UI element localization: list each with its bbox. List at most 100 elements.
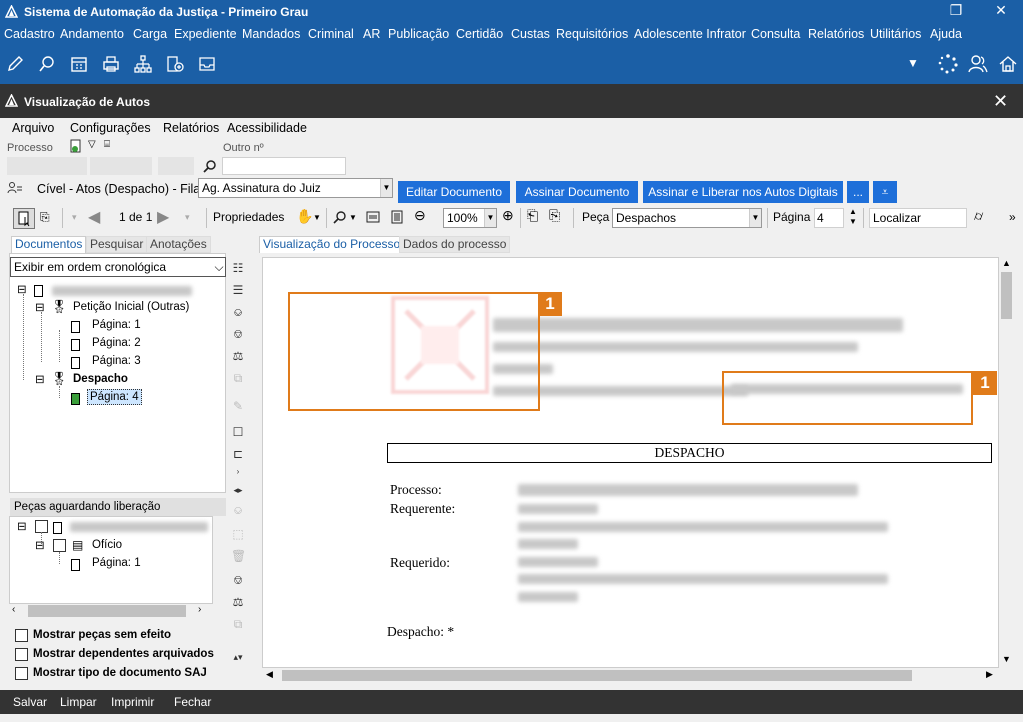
search-doc-icon[interactable]: [37, 54, 57, 74]
expand-right-icon[interactable]: ›: [231, 465, 245, 479]
localizar-input[interactable]: Localizar: [869, 208, 967, 228]
scroll-right-icon[interactable]: ›: [198, 604, 201, 615]
tab-visualizacao[interactable]: Visualização do Processo: [259, 236, 405, 253]
zoom-icon[interactable]: [333, 210, 347, 224]
connect-icon[interactable]: ⊏: [231, 447, 245, 461]
zoom-in-icon[interactable]: ⊕: [502, 207, 514, 224]
release-icon[interactable]: ⬚: [231, 527, 245, 541]
search-icon[interactable]: [202, 159, 217, 174]
next-page-icon[interactable]: ▶: [157, 207, 169, 227]
menu-criminal[interactable]: Criminal: [308, 27, 354, 41]
edit-document-button[interactable]: Editar Documento: [398, 181, 510, 203]
last-page-icon[interactable]: ▾: [185, 212, 190, 223]
edit-icon[interactable]: [5, 54, 25, 74]
menu-publicacao[interactable]: Publicação: [388, 27, 449, 41]
copy-disabled-icon[interactable]: ⧉: [231, 617, 245, 631]
sign-and-release-button[interactable]: Assinar e Liberar nos Autos Digitais: [643, 181, 843, 203]
peca-select[interactable]: Despachos ▼: [612, 208, 762, 228]
tab-dados-processo[interactable]: Dados do processo: [399, 236, 511, 253]
processo-number-part3[interactable]: [158, 157, 194, 175]
tree-item-oficio[interactable]: Ofício: [92, 539, 122, 551]
hand-tool-icon[interactable]: ✋: [296, 208, 313, 225]
previous-page-icon[interactable]: ◀: [88, 207, 100, 227]
certificate-icon[interactable]: ⎉: [231, 305, 245, 319]
sign-icon[interactable]: ✎: [231, 399, 245, 413]
close-window-icon[interactable]: ✕: [993, 91, 1008, 112]
scroll-down-icon[interactable]: ▼: [1002, 654, 1011, 664]
scrollbar-thumb[interactable]: [28, 605, 186, 617]
menu-certidao[interactable]: Certidão: [456, 27, 503, 41]
close-button[interactable]: Fechar: [174, 695, 211, 709]
calendar-icon[interactable]: [69, 54, 89, 74]
cert-search-icon[interactable]: ⎊: [231, 327, 245, 341]
scroll-up-icon[interactable]: ▲: [1002, 258, 1011, 268]
info-icon[interactable]: ⌸: [104, 139, 110, 150]
hierarchy-icon[interactable]: [133, 54, 153, 74]
zoom-select[interactable]: 100% ▼: [443, 208, 497, 228]
tab-documentos[interactable]: Documentos: [11, 236, 87, 253]
up-down-arrows-icon[interactable]: ▴▾: [231, 650, 245, 664]
tab-anotacoes[interactable]: Anotações: [146, 236, 211, 253]
add-building-icon[interactable]: [165, 54, 185, 74]
chevron-down-icon[interactable]: ▽: [88, 139, 96, 150]
left-right-arrows-icon[interactable]: ◂▸: [231, 483, 245, 497]
rotate-right-icon[interactable]: ⎘: [549, 207, 560, 224]
filter-dropdown-button[interactable]: ⩡: [873, 181, 897, 203]
scroll-left-icon[interactable]: ‹: [12, 604, 15, 615]
menu-ar[interactable]: AR: [363, 27, 380, 41]
tree-item-page-4[interactable]: Página: 4: [87, 389, 142, 405]
fit-page-icon[interactable]: [390, 210, 404, 224]
collapse-icon[interactable]: ⊟: [35, 300, 45, 314]
home-icon[interactable]: [998, 54, 1018, 74]
chevron-down-icon[interactable]: ▼: [313, 213, 321, 222]
save-button[interactable]: Salvar: [13, 695, 47, 709]
note-icon[interactable]: ☐: [231, 425, 245, 439]
menu-requisitorios[interactable]: Requisitórios: [556, 27, 628, 41]
trash-icon[interactable]: 🗑: [231, 549, 246, 563]
cert-disabled-icon[interactable]: ⎉: [231, 503, 245, 517]
hand-page-icon[interactable]: ⎘: [40, 210, 50, 225]
inbox-icon[interactable]: [197, 54, 217, 74]
restore-window-icon[interactable]: ❐: [941, 2, 971, 19]
tree-item-page-2[interactable]: Página: 2: [92, 337, 141, 349]
menu-ajuda[interactable]: Ajuda: [930, 27, 962, 41]
overflow-icon[interactable]: »: [1009, 210, 1016, 224]
tree-item-oficio-page[interactable]: Página: 1: [92, 557, 141, 569]
tree-view-icon[interactable]: ☷: [231, 261, 245, 275]
gavel-icon[interactable]: ⚖: [231, 349, 245, 363]
printer-icon[interactable]: [101, 54, 121, 74]
chevron-down-icon[interactable]: ▼: [349, 213, 357, 222]
tree-item-peticao[interactable]: Petição Inicial (Outras): [73, 301, 189, 313]
menu-acessibilidade[interactable]: Acessibilidade: [227, 121, 307, 135]
hscroll-thumb[interactable]: [282, 670, 912, 681]
page-spinner-icon[interactable]: ▲ ▼: [849, 207, 857, 227]
order-select[interactable]: Exibir em ordem cronológica ⌵: [10, 257, 226, 277]
list-view-icon[interactable]: ☰: [231, 283, 245, 297]
show-doc-type-checkbox[interactable]: [15, 667, 28, 680]
menu-relatorios-window[interactable]: Relatórios: [163, 121, 219, 135]
clear-button[interactable]: Limpar: [60, 695, 97, 709]
menu-utilitarios[interactable]: Utilitários: [870, 27, 921, 41]
copy-icon[interactable]: ⧉: [231, 371, 245, 385]
sign-document-button[interactable]: Assinar Documento: [516, 181, 638, 203]
new-process-icon[interactable]: [69, 139, 83, 153]
oficio-checkbox[interactable]: [53, 539, 66, 552]
cert-check-icon[interactable]: ⎊: [231, 573, 245, 587]
binoculars-icon[interactable]: ⌭: [974, 208, 983, 224]
first-page-icon[interactable]: ▾: [72, 212, 77, 223]
rotate-left-icon[interactable]: ⎗: [527, 207, 538, 224]
more-options-button[interactable]: ...: [847, 181, 869, 203]
menu-expediente[interactable]: Expediente: [174, 27, 237, 41]
menu-configuracoes[interactable]: Configurações: [70, 121, 151, 135]
tree-item-page-1[interactable]: Página: 1: [92, 319, 141, 331]
tree-item-page-3[interactable]: Página: 3: [92, 355, 141, 367]
vscroll-thumb[interactable]: [1001, 272, 1012, 319]
tree-item-despacho[interactable]: Despacho: [73, 373, 128, 385]
users-icon[interactable]: [968, 54, 988, 74]
tab-pesquisar[interactable]: Pesquisar: [86, 236, 148, 253]
processo-number-part2[interactable]: [90, 157, 152, 175]
menu-cadastro[interactable]: Cadastro: [4, 27, 55, 41]
menu-adolescente-infrator[interactable]: Adolescente Infrator: [634, 27, 746, 41]
menu-relatorios[interactable]: Relatórios: [808, 27, 864, 41]
show-no-effect-checkbox[interactable]: [15, 629, 28, 642]
